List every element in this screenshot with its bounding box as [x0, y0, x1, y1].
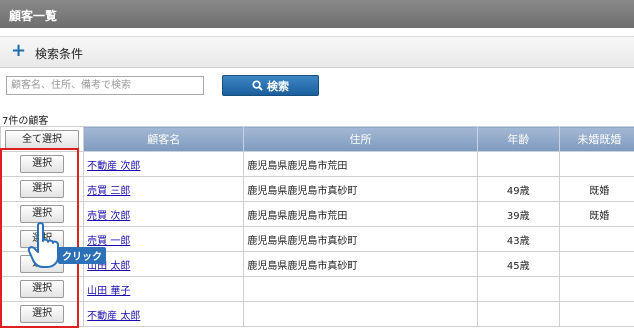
address-cell: 鹿児島県鹿児島市真砂町 — [243, 251, 478, 277]
column-header-name[interactable]: 顧客名 — [83, 126, 245, 152]
age-cell: 49歳 — [476, 176, 560, 202]
column-header-address[interactable]: 住所 — [243, 126, 478, 152]
address-cell: 鹿児島県鹿児島市真砂町 — [243, 226, 478, 252]
select-all-button[interactable]: 全て選択 — [5, 129, 79, 149]
table-row: 選択 不動産 太郎 — [0, 301, 634, 327]
search-conditions-toggle[interactable]: + 検索条件 — [0, 36, 634, 68]
select-button[interactable]: 選択 — [20, 180, 65, 198]
search-button-label: 検索 — [267, 79, 289, 93]
marital-cell — [558, 301, 634, 327]
select-button[interactable]: 選択 — [20, 305, 65, 323]
address-cell: 鹿児島県鹿児島市真砂町 — [243, 176, 478, 202]
address-cell: 鹿児島県鹿児島市荒田 — [243, 201, 478, 227]
age-cell — [476, 276, 560, 302]
spacer — [0, 28, 634, 36]
customer-name-link[interactable]: 不動産 太郎 — [87, 311, 140, 322]
select-all-cell: 全て選択 — [0, 126, 85, 152]
marital-cell — [558, 251, 634, 277]
table-row: 選択 売買 三郎 鹿児島県鹿児島市真砂町 49歳 既婚 — [0, 176, 634, 202]
customer-name-link[interactable]: 売買 次郎 — [87, 211, 130, 222]
address-cell: 鹿児島県鹿児島市荒田 — [243, 151, 478, 177]
column-header-marital[interactable]: 未婚既婚 — [558, 126, 634, 152]
select-button[interactable]: 選択 — [20, 155, 65, 173]
customer-table: 全て選択 顧客名 住所 年齢 未婚既婚 選択 不動産 次郎 鹿児島県鹿児島市荒田… — [0, 126, 634, 327]
customer-name-link[interactable]: 不動産 次郎 — [87, 161, 140, 172]
customer-name-link[interactable]: 売買 三郎 — [87, 186, 130, 197]
marital-cell — [558, 226, 634, 252]
table-row: 選択 不動産 次郎 鹿児島県鹿児島市荒田 — [0, 151, 634, 177]
title-bar: 顧客一覧 — [0, 0, 634, 28]
age-cell: 45歳 — [476, 251, 560, 277]
search-icon — [252, 80, 263, 91]
table-row: 選択 山田 華子 — [0, 276, 634, 302]
age-cell — [476, 151, 560, 177]
search-button[interactable]: 検索 — [222, 75, 319, 96]
column-header-age[interactable]: 年齢 — [476, 126, 560, 152]
marital-cell — [558, 276, 634, 302]
table-row: 選択 売買 次郎 鹿児島県鹿児島市荒田 39歳 既婚 — [0, 201, 634, 227]
address-cell — [243, 301, 478, 327]
click-annotation: クリック — [58, 247, 106, 264]
search-conditions-label: 検索条件 — [35, 47, 84, 61]
marital-cell — [558, 151, 634, 177]
page-title: 顧客一覧 — [9, 9, 58, 23]
age-cell: 39歳 — [476, 201, 560, 227]
plus-icon: + — [11, 40, 27, 61]
address-cell — [243, 276, 478, 302]
age-cell: 43歳 — [476, 226, 560, 252]
customer-name-link[interactable]: 山田 華子 — [87, 286, 130, 297]
customer-name-link[interactable]: 売買 一郎 — [87, 236, 130, 247]
search-input[interactable] — [6, 76, 204, 95]
select-button[interactable]: 選択 — [20, 280, 65, 298]
table-header-row: 全て選択 顧客名 住所 年齢 未婚既婚 — [0, 126, 634, 152]
result-count: 7件の顧客 — [2, 116, 49, 127]
age-cell — [476, 301, 560, 327]
marital-cell: 既婚 — [558, 176, 634, 202]
marital-cell: 既婚 — [558, 201, 634, 227]
